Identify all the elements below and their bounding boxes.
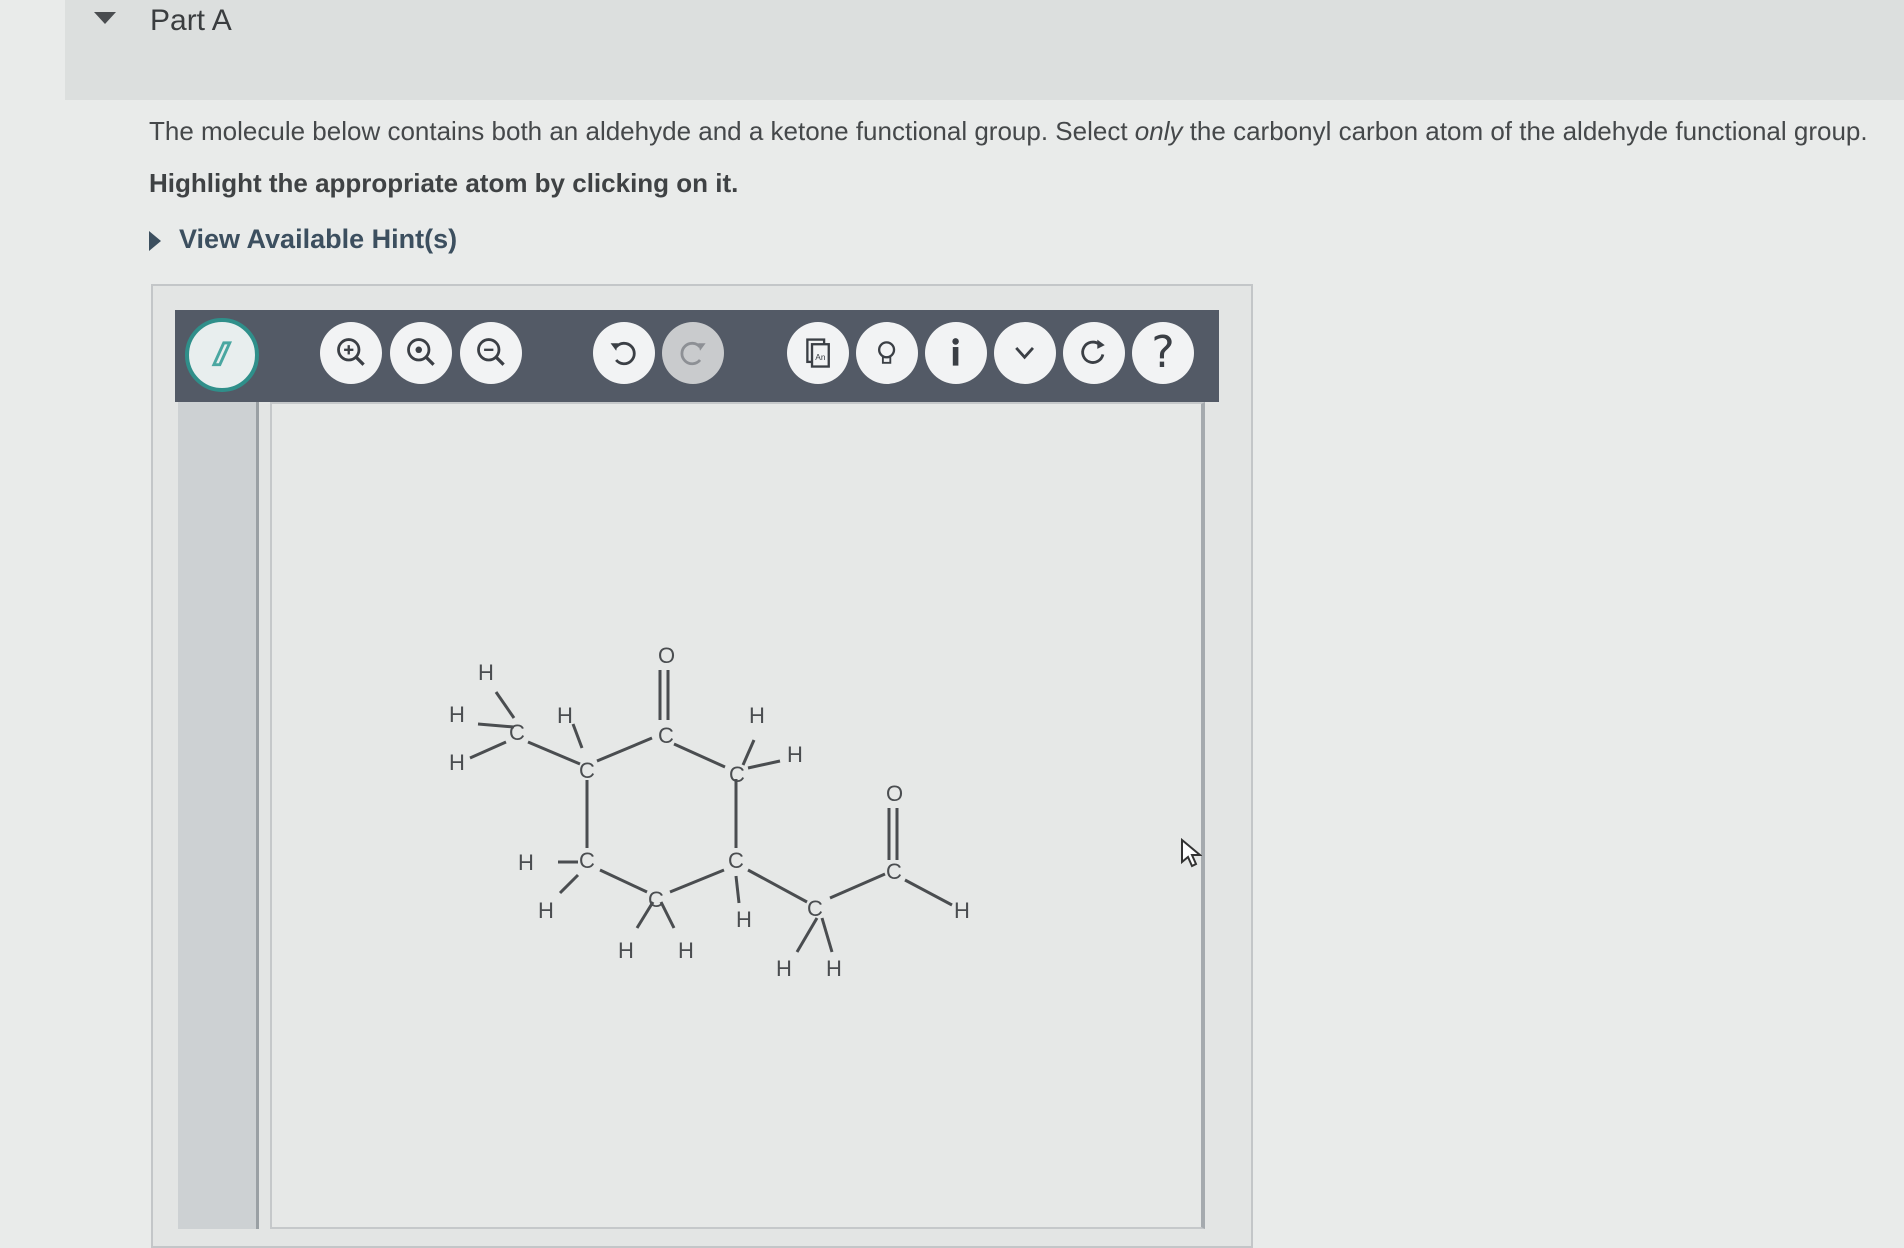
editor-side-panel [178, 402, 259, 1229]
drawing-canvas[interactable] [270, 402, 1205, 1229]
atom-h-methyl-bottom[interactable]: H [449, 750, 465, 775]
redo-button[interactable] [662, 322, 724, 384]
atom-h-ring-left-bottom[interactable]: H [538, 898, 554, 923]
question-text-after: the carbonyl carbon atom of the aldehyde… [1182, 116, 1868, 146]
atom-label-icon: An [806, 338, 831, 369]
atom-h-ring-bottom-1[interactable]: H [618, 938, 634, 963]
mouse-cursor-icon [1181, 838, 1202, 868]
svg-text:An: An [816, 352, 827, 362]
part-title: Part A [150, 4, 232, 37]
atom-c-methyl[interactable]: C [509, 720, 525, 745]
view-hints-label: View Available Hint(s) [179, 224, 458, 254]
editor-toolbar: An ? [175, 310, 1219, 402]
reset-icon [1081, 339, 1106, 365]
zoom-in-button[interactable] [390, 322, 452, 384]
question-instruction: Highlight the appropriate atom by clicki… [149, 168, 739, 198]
help-icon: ? [1151, 327, 1175, 378]
atom-c-ring-3[interactable]: C [729, 762, 745, 787]
undo-icon [610, 342, 636, 366]
atom-h-ring-right-top[interactable]: H [749, 703, 765, 728]
atom-h-ring-bottom-2[interactable]: H [678, 938, 694, 963]
atom-o-ketone[interactable]: O [658, 643, 675, 668]
zoom-in-icon [407, 338, 436, 367]
atom-h-methyl-top[interactable]: H [478, 660, 494, 685]
view-hints-link[interactable]: View Available Hint(s) [149, 224, 457, 255]
highlight-pen-button[interactable] [185, 318, 259, 392]
highlight-pen-icon [211, 341, 233, 367]
atom-c-ring-1[interactable]: C [579, 758, 595, 783]
atom-c-ring-5[interactable]: C [648, 887, 664, 912]
info-icon [952, 338, 960, 367]
hint-bulb-icon [878, 341, 896, 365]
reset-button[interactable] [1063, 322, 1125, 384]
collapse-toggle-icon[interactable] [94, 12, 116, 24]
atom-c-ring-6[interactable]: C [579, 848, 595, 873]
question-text-before: The molecule below contains both an alde… [149, 116, 1135, 146]
redo-icon [681, 342, 707, 366]
atom-o-aldehyde[interactable]: O [886, 781, 903, 806]
atom-c-aldehyde[interactable]: C [886, 859, 902, 884]
zoom-fit-button[interactable] [320, 322, 382, 384]
atom-c-ketone[interactable]: C [658, 723, 674, 748]
atom-h-ring-4[interactable]: H [736, 907, 752, 932]
info-button[interactable] [925, 322, 987, 384]
atom-h-ring-top[interactable]: H [557, 703, 573, 728]
atom-label-button[interactable]: An [787, 322, 849, 384]
undo-button[interactable] [593, 322, 655, 384]
expand-arrow-icon [149, 230, 161, 251]
more-options-button[interactable] [994, 322, 1056, 384]
atom-h-ch2-1[interactable]: H [776, 956, 792, 981]
part-header [65, 0, 1904, 100]
help-button[interactable]: ? [1132, 322, 1194, 384]
atom-h-ch2-2[interactable]: H [826, 956, 842, 981]
hint-bulb-button[interactable] [856, 322, 918, 384]
zoom-fit-icon [337, 338, 366, 367]
zoom-out-icon [477, 338, 506, 367]
more-chevron-icon [1015, 347, 1035, 360]
question-text: The molecule below contains both an alde… [149, 112, 1869, 150]
atom-c-ch2[interactable]: C [807, 896, 823, 921]
zoom-out-button[interactable] [460, 322, 522, 384]
atom-c-ring-4[interactable]: C [728, 848, 744, 873]
atom-h-ring-left[interactable]: H [518, 850, 534, 875]
atom-h-methyl-left[interactable]: H [449, 702, 465, 727]
question-emphasis: only [1134, 116, 1183, 146]
atom-h-ring-right[interactable]: H [787, 742, 803, 767]
atom-h-aldehyde[interactable]: H [954, 898, 970, 923]
